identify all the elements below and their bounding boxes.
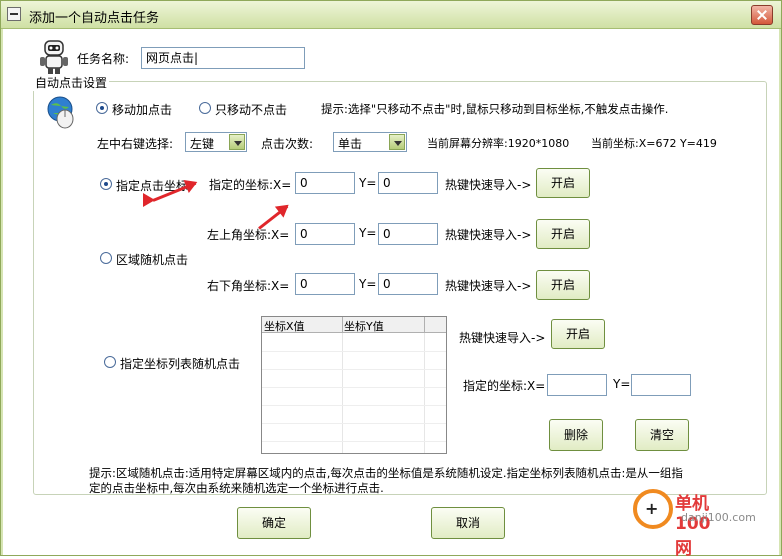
task-name-label: 任务名称: [77,52,130,66]
system-menu-icon[interactable] [7,7,21,21]
top-left-y-input[interactable]: 0 [378,223,438,245]
area-hotkey-label-2: 热键快速导入-> [445,279,532,293]
mouse-button-select[interactable]: 左键 [185,132,247,152]
cancel-button[interactable]: 取消 [431,507,505,539]
radio-area-click[interactable] [100,252,112,264]
watermark-brand: 单机100网 [675,494,711,559]
radio-move-click-label: 移动加点击 [112,103,173,117]
list-x-input[interactable] [547,374,607,396]
hint-line-1: 提示:区域随机点击:适用特定屏幕区域内的点击,每次点击的坐标值是系统随机设定.指… [89,466,683,480]
click-count-label: 点击次数: [261,137,314,151]
globe-mouse-icon [47,96,74,129]
title-bar: 添加一个自动点击任务 [1,1,781,29]
list-coord-label: 指定的坐标:X= [463,379,546,393]
task-name-input[interactable]: 网页点击| [141,47,305,69]
watermark-plus-icon: + [645,499,659,518]
fixed-hotkey-label: 热键快速导入-> [445,178,532,192]
robot-icon [40,40,68,74]
col-x-header[interactable]: 坐标X值 [264,318,305,334]
coord-list-header: 坐标X值 坐标Y值 [262,317,446,333]
col-y-header[interactable]: 坐标Y值 [344,318,384,334]
watermark-url: danji100.com [681,511,756,524]
radio-move-only-label: 只移动不点击 [215,103,288,117]
radio-move-click[interactable] [96,102,108,114]
fixed-x-input[interactable]: 0 [295,172,355,194]
radio-fixed-click[interactable] [100,178,112,190]
area-start-button-1[interactable]: 开启 [536,219,590,249]
top-left-x-input[interactable]: 0 [295,223,355,245]
fixed-y-label: Y= [359,176,377,190]
area-hotkey-label-1: 热键快速导入-> [445,228,532,242]
move-tip-text: 提示:选择"只移动不点击"时,鼠标只移动到目标坐标,不触发点击操作. [321,102,669,116]
radio-list-click[interactable] [104,356,116,368]
dialog-content: 任务名称: 网页点击| 自动点击设置 移动加点击 只移动不点击 提示:选择"只移… [3,29,779,555]
chevron-down-icon[interactable] [389,134,405,150]
list-hotkey-label: 热键快速导入-> [459,331,546,345]
fixed-y-input[interactable]: 0 [378,172,438,194]
hint-line-2: 定的点击坐标中,每次由系统来随机选定一个坐标进行点击. [89,481,384,495]
chevron-down-icon[interactable] [229,134,245,150]
clear-button[interactable]: 清空 [635,419,689,451]
delete-button[interactable]: 删除 [549,419,603,451]
list-y-label: Y= [613,377,631,391]
bottom-right-y-input[interactable]: 0 [378,273,438,295]
fixed-start-button[interactable]: 开启 [536,168,590,198]
area-start-button-2[interactable]: 开启 [536,270,590,300]
dialog-window: 添加一个自动点击任务 任务名称: 网页点击| 自动点击设置 移动加点击 只移动不… [0,0,782,559]
current-coord-text: 当前坐标:X=672 Y=419 [591,137,717,150]
ok-button[interactable]: 确定 [237,507,311,539]
bottom-right-x-input[interactable]: 0 [295,273,355,295]
coord-list[interactable]: 坐标X值 坐标Y值 [261,316,447,454]
list-start-button[interactable]: 开启 [551,319,605,349]
radio-list-click-label: 指定坐标列表随机点击 [120,357,241,371]
screen-resolution-text: 当前屏幕分辨率:1920*1080 [427,137,570,150]
click-count-select[interactable]: 单击 [333,132,407,152]
list-y-input[interactable] [631,374,691,396]
group-legend: 自动点击设置 [33,74,110,91]
top-left-y-label: Y= [359,226,377,240]
window-title: 添加一个自动点击任务 [29,11,160,26]
radio-move-only[interactable] [199,102,211,114]
mouse-button-label: 左中右键选择: [97,137,174,151]
radio-area-click-label: 区域随机点击 [116,253,189,267]
bottom-right-y-label: Y= [359,277,377,291]
bottom-right-coord-label: 右下角坐标:X= [207,279,290,293]
top-left-coord-label: 左上角坐标:X= [207,228,290,242]
fixed-coord-label: 指定的坐标:X= [209,178,292,192]
close-button[interactable] [751,5,773,25]
